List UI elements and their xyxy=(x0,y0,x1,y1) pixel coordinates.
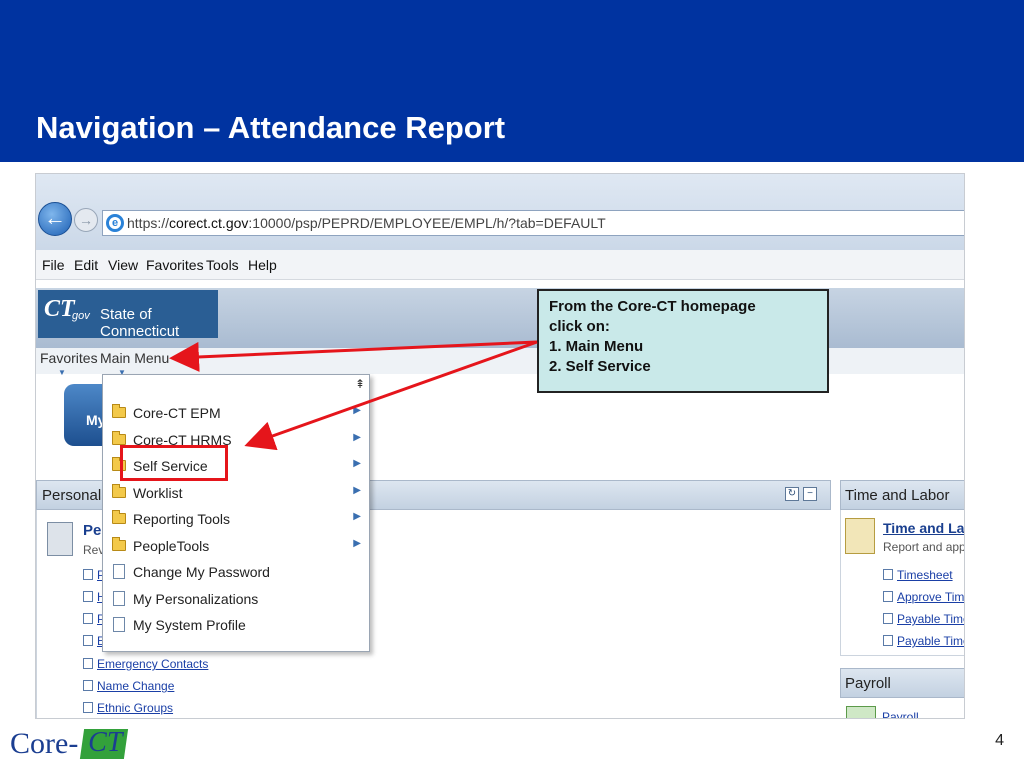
document-icon xyxy=(883,635,893,646)
menu-item-change-my-password[interactable]: Change My Password xyxy=(109,560,365,584)
document-icon xyxy=(83,613,93,624)
menu-item-label: Change My Password xyxy=(133,564,270,580)
screenshot: ← → e https://corect.ct.gov:10000/psp/PE… xyxy=(35,173,965,719)
menu-item-my-personalizations[interactable]: My Personalizations xyxy=(109,587,365,611)
document-icon xyxy=(83,635,93,646)
slide-header: Navigation – Attendance Report xyxy=(0,0,1024,162)
nav-favorites[interactable]: Favorites ▼ xyxy=(40,350,98,377)
submenu-arrow-icon: ▶ xyxy=(353,537,361,549)
folder-icon xyxy=(112,430,126,445)
menu-favorites[interactable]: Favorites xyxy=(146,257,204,273)
submenu-arrow-icon: ▶ xyxy=(353,405,361,416)
nav-main-menu[interactable]: Main Menu ▼ xyxy=(100,350,169,377)
url-text: https://corect.ct.gov:10000/psp/PEPRD/EM… xyxy=(127,215,606,231)
page-icon xyxy=(113,590,125,606)
callout-line: click on: xyxy=(549,318,610,335)
link-payable-time-summary[interactable]: Payable Time S xyxy=(883,612,964,626)
menu-item-peopletools[interactable]: PeopleTools ▶ xyxy=(109,534,365,558)
refresh-icon[interactable]: ↻ xyxy=(785,487,799,501)
submenu-arrow-icon: ▶ xyxy=(353,484,361,496)
back-arrow-icon[interactable]: ← xyxy=(38,202,72,236)
logo-ct: CT xyxy=(44,296,75,322)
document-icon xyxy=(883,591,893,602)
menu-edit[interactable]: Edit xyxy=(74,257,98,273)
main-menu-dropdown: ⇞ Core-CT EPM ▶ Core-CT HRMS ▶ Self Service ▶… xyxy=(102,374,370,652)
menu-item-label: My Personalizations xyxy=(133,590,259,607)
browser-menu-bar: File Edit View Favorites Tools Help xyxy=(36,250,964,280)
menu-view[interactable]: View xyxy=(108,257,138,273)
time-labor-body: Time and Labor Report and approv Timeshe… xyxy=(840,510,965,656)
menu-item-worklist[interactable]: Worklist ▶ xyxy=(109,481,365,505)
callout-line: From the Core-CT homepage xyxy=(549,298,756,315)
link-ethnic-groups[interactable]: Ethnic Groups xyxy=(83,701,173,715)
document-icon xyxy=(83,658,93,669)
folder-icon xyxy=(112,404,126,418)
logo-gov: gov xyxy=(72,310,90,322)
folder-icon xyxy=(112,483,126,498)
document-icon xyxy=(83,702,93,713)
menu-item-reporting-tools[interactable]: Reporting Tools ▶ xyxy=(109,507,365,531)
folder-icon xyxy=(112,510,126,524)
link-emergency-contacts[interactable]: Emergency Contacts xyxy=(83,657,208,671)
instruction-callout: From the Core-CT homepage click on: 1. M… xyxy=(537,289,829,393)
time-labor-header: Time and Labor xyxy=(840,480,964,510)
menu-item-label: Worklist xyxy=(133,484,183,501)
scroll-up-icon[interactable]: ⇞ xyxy=(355,377,365,391)
document-icon xyxy=(883,569,893,580)
link-approve-time[interactable]: Approve Time xyxy=(883,590,964,604)
payroll-icon xyxy=(846,706,876,718)
calendar-clock-icon xyxy=(845,518,875,554)
document-icon xyxy=(83,591,93,602)
menu-item-label: Reporting Tools xyxy=(133,511,231,527)
menu-item-label: PeopleTools xyxy=(133,537,210,554)
submenu-arrow-icon: ▶ xyxy=(353,511,361,522)
browser-toolbar: ← → e https://corect.ct.gov:10000/psp/PE… xyxy=(36,174,964,250)
page-icon xyxy=(113,617,125,632)
menu-file[interactable]: File xyxy=(42,257,65,273)
menu-help[interactable]: Help xyxy=(248,257,277,273)
document-icon xyxy=(883,613,893,624)
document-icon xyxy=(83,569,93,580)
menu-item-core-ct-epm[interactable]: Core-CT EPM ▶ xyxy=(109,401,365,425)
state-logo: CT gov State of Connecticut xyxy=(38,290,218,340)
self-service-highlight xyxy=(120,445,228,481)
link-payable-time-detail[interactable]: Payable Time D xyxy=(883,634,964,648)
dropdown-triangle-icon: ▼ xyxy=(58,368,66,377)
forward-arrow-icon[interactable]: → xyxy=(74,208,98,232)
link-timesheet[interactable]: Timesheet xyxy=(883,568,953,582)
page-number: 4 xyxy=(995,732,1004,749)
callout-step-1: 1. Main Menu xyxy=(549,338,644,355)
address-bar[interactable]: e https://corect.ct.gov:10000/psp/PEPRD/… xyxy=(102,210,964,236)
core-ct-logo: Core- CT xyxy=(10,727,130,763)
menu-item-my-system-profile[interactable]: My System Profile xyxy=(109,613,365,637)
submenu-arrow-icon: ▶ xyxy=(353,458,361,469)
callout-step-2: 2. Self Service xyxy=(549,358,651,375)
page-icon xyxy=(113,564,125,579)
menu-tools[interactable]: Tools xyxy=(206,257,239,273)
submenu-arrow-icon: ▶ xyxy=(353,431,361,443)
slide-title: Navigation – Attendance Report xyxy=(36,110,506,145)
folder-icon xyxy=(112,536,126,551)
time-labor-subtitle: Report and approv xyxy=(883,540,965,554)
pagelet-title: Personal I xyxy=(42,487,110,504)
logo-name: State of Connecticut xyxy=(100,306,180,340)
payroll-header: Payroll xyxy=(840,668,964,698)
document-icon xyxy=(83,680,93,691)
menu-item-label: My System Profile xyxy=(133,617,246,633)
link-payroll[interactable]: Payroll xyxy=(882,710,919,718)
link-name-change[interactable]: Name Change xyxy=(83,679,174,693)
time-labor-link[interactable]: Time and Labor xyxy=(883,520,964,536)
document-stack-icon xyxy=(47,522,73,556)
menu-item-label: Core-CT EPM xyxy=(133,405,221,421)
ie-icon: e xyxy=(106,214,124,232)
minimize-icon[interactable]: − xyxy=(803,487,817,501)
